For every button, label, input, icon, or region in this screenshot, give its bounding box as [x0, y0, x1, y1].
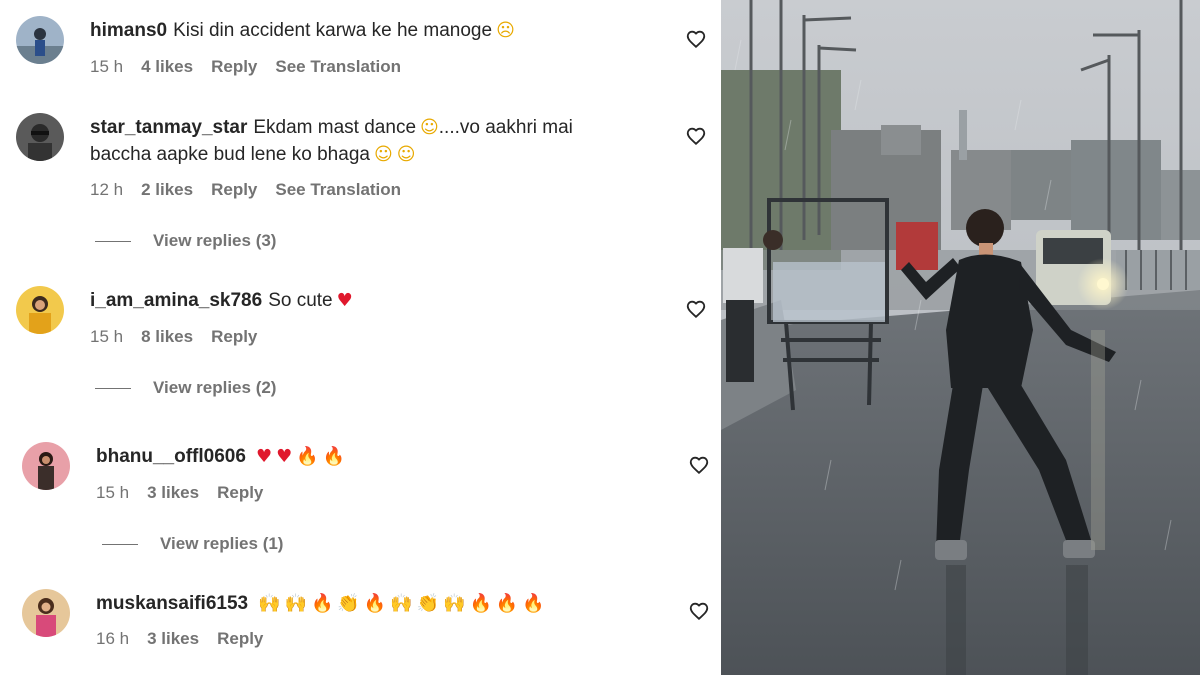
comment-meta: 15 h 3 likes Reply: [96, 483, 281, 503]
sad-face-emoji: ☹: [496, 20, 515, 41]
red-heart-emoji: ♥: [276, 446, 293, 467]
see-translation-button[interactable]: See Translation: [275, 57, 401, 76]
laughing-emoji: ☺: [396, 144, 416, 165]
replies-divider-line: [95, 387, 131, 389]
comment-meta: 16 h 3 likes Reply: [96, 629, 281, 649]
replies-divider-line: [95, 240, 131, 242]
view-replies-button[interactable]: View replies (3): [95, 231, 276, 251]
comment-time: 16 h: [96, 629, 130, 648]
comment-meta: 12 h 2 likes Reply See Translation: [90, 180, 419, 200]
fire-emoji: 🔥: [495, 593, 519, 614]
avatar[interactable]: [22, 589, 70, 637]
heart-outline-icon[interactable]: [685, 125, 707, 147]
heart-outline-icon[interactable]: [688, 600, 710, 622]
heart-outline-icon[interactable]: [685, 28, 707, 50]
comment-text: bhanu__offl0606 ♥ ♥ 🔥 🔥: [96, 443, 656, 470]
comment-text: himans0 Kisi din accident karwa ke he man…: [90, 17, 650, 44]
reply-button[interactable]: Reply: [211, 180, 257, 199]
likes-count[interactable]: 2 likes: [141, 180, 193, 199]
comment-username[interactable]: star_tanmay_star: [90, 117, 247, 138]
avatar[interactable]: [22, 442, 70, 490]
comment-username[interactable]: bhanu__offl0606: [96, 446, 246, 467]
comment-meta: 15 h 4 likes Reply See Translation: [90, 57, 419, 77]
comment-username[interactable]: himans0: [90, 20, 167, 41]
laughing-emoji: ☺: [373, 144, 393, 165]
replies-divider-line: [102, 543, 138, 545]
fire-emoji: 🔥: [310, 593, 334, 614]
comment-message-cont: ....vo aakhri mai: [438, 117, 573, 138]
video-frame[interactable]: [721, 0, 1200, 675]
comment-text: i_am_amina_sk786 So cute ♥: [90, 287, 650, 314]
comment-text: muskansaifi6153 🙌 🙌 🔥 👏 🔥 🙌 👏 🙌 🔥 🔥 🔥: [96, 590, 696, 617]
comment-message-line2: baccha aapke bud lene ko bhaga: [90, 144, 370, 165]
view-replies-label[interactable]: View replies (1): [160, 534, 283, 554]
heart-outline-icon[interactable]: [688, 454, 710, 476]
comment-time: 12 h: [90, 180, 124, 199]
avatar[interactable]: [16, 16, 64, 64]
raising-hands-emoji: 🙌: [390, 593, 413, 614]
likes-count[interactable]: 3 likes: [147, 483, 199, 502]
clapping-emoji: 👏: [337, 593, 360, 614]
comment-username[interactable]: muskansaifi6153: [96, 593, 248, 614]
fire-emoji: 🔥: [363, 593, 387, 614]
heart-eyes-emoji: ☺: [420, 117, 439, 138]
fire-emoji: 🔥: [522, 593, 545, 614]
comment-time: 15 h: [90, 57, 124, 76]
comment-username[interactable]: i_am_amina_sk786: [90, 290, 262, 311]
likes-count[interactable]: 3 likes: [147, 629, 199, 648]
fire-emoji: 🔥: [469, 593, 492, 614]
comments-panel: himans0 Kisi din accident karwa ke he man…: [0, 0, 720, 675]
fire-emoji: 🔥: [322, 446, 346, 467]
comment-message: So cute: [268, 290, 333, 311]
rain-street-scene-image: [721, 0, 1200, 675]
reply-button[interactable]: Reply: [211, 57, 257, 76]
raising-hands-emoji: 🙌: [258, 593, 281, 614]
comment-meta: 15 h 8 likes Reply: [90, 327, 275, 347]
avatar[interactable]: [16, 113, 64, 161]
view-replies-button[interactable]: View replies (2): [95, 378, 276, 398]
view-replies-label[interactable]: View replies (3): [153, 231, 276, 251]
red-heart-emoji: ♥: [336, 290, 353, 311]
reply-button[interactable]: Reply: [217, 483, 263, 502]
likes-count[interactable]: 4 likes: [141, 57, 193, 76]
view-replies-label[interactable]: View replies (2): [153, 378, 276, 398]
raising-hands-emoji: 🙌: [284, 593, 307, 614]
view-replies-button[interactable]: View replies (1): [102, 534, 283, 554]
comment-message: Ekdam mast dance: [253, 117, 417, 138]
likes-count[interactable]: 8 likes: [141, 327, 193, 346]
reply-button[interactable]: Reply: [217, 629, 263, 648]
avatar[interactable]: [16, 286, 64, 334]
red-heart-emoji: ♥: [255, 446, 273, 467]
clapping-emoji: 👏: [416, 593, 440, 614]
heart-outline-icon[interactable]: [685, 298, 707, 320]
reply-button[interactable]: Reply: [211, 327, 257, 346]
comment-time: 15 h: [90, 327, 124, 346]
comment-message: Kisi din accident karwa ke he manoge: [173, 20, 493, 41]
see-translation-button[interactable]: See Translation: [275, 180, 401, 199]
comment-text: star_tanmay_star Ekdam mast dance ☺....vo …: [90, 114, 650, 168]
fire-emoji: 🔥: [296, 446, 319, 467]
raising-hands-emoji: 🙌: [443, 593, 466, 614]
comment-time: 15 h: [96, 483, 130, 502]
